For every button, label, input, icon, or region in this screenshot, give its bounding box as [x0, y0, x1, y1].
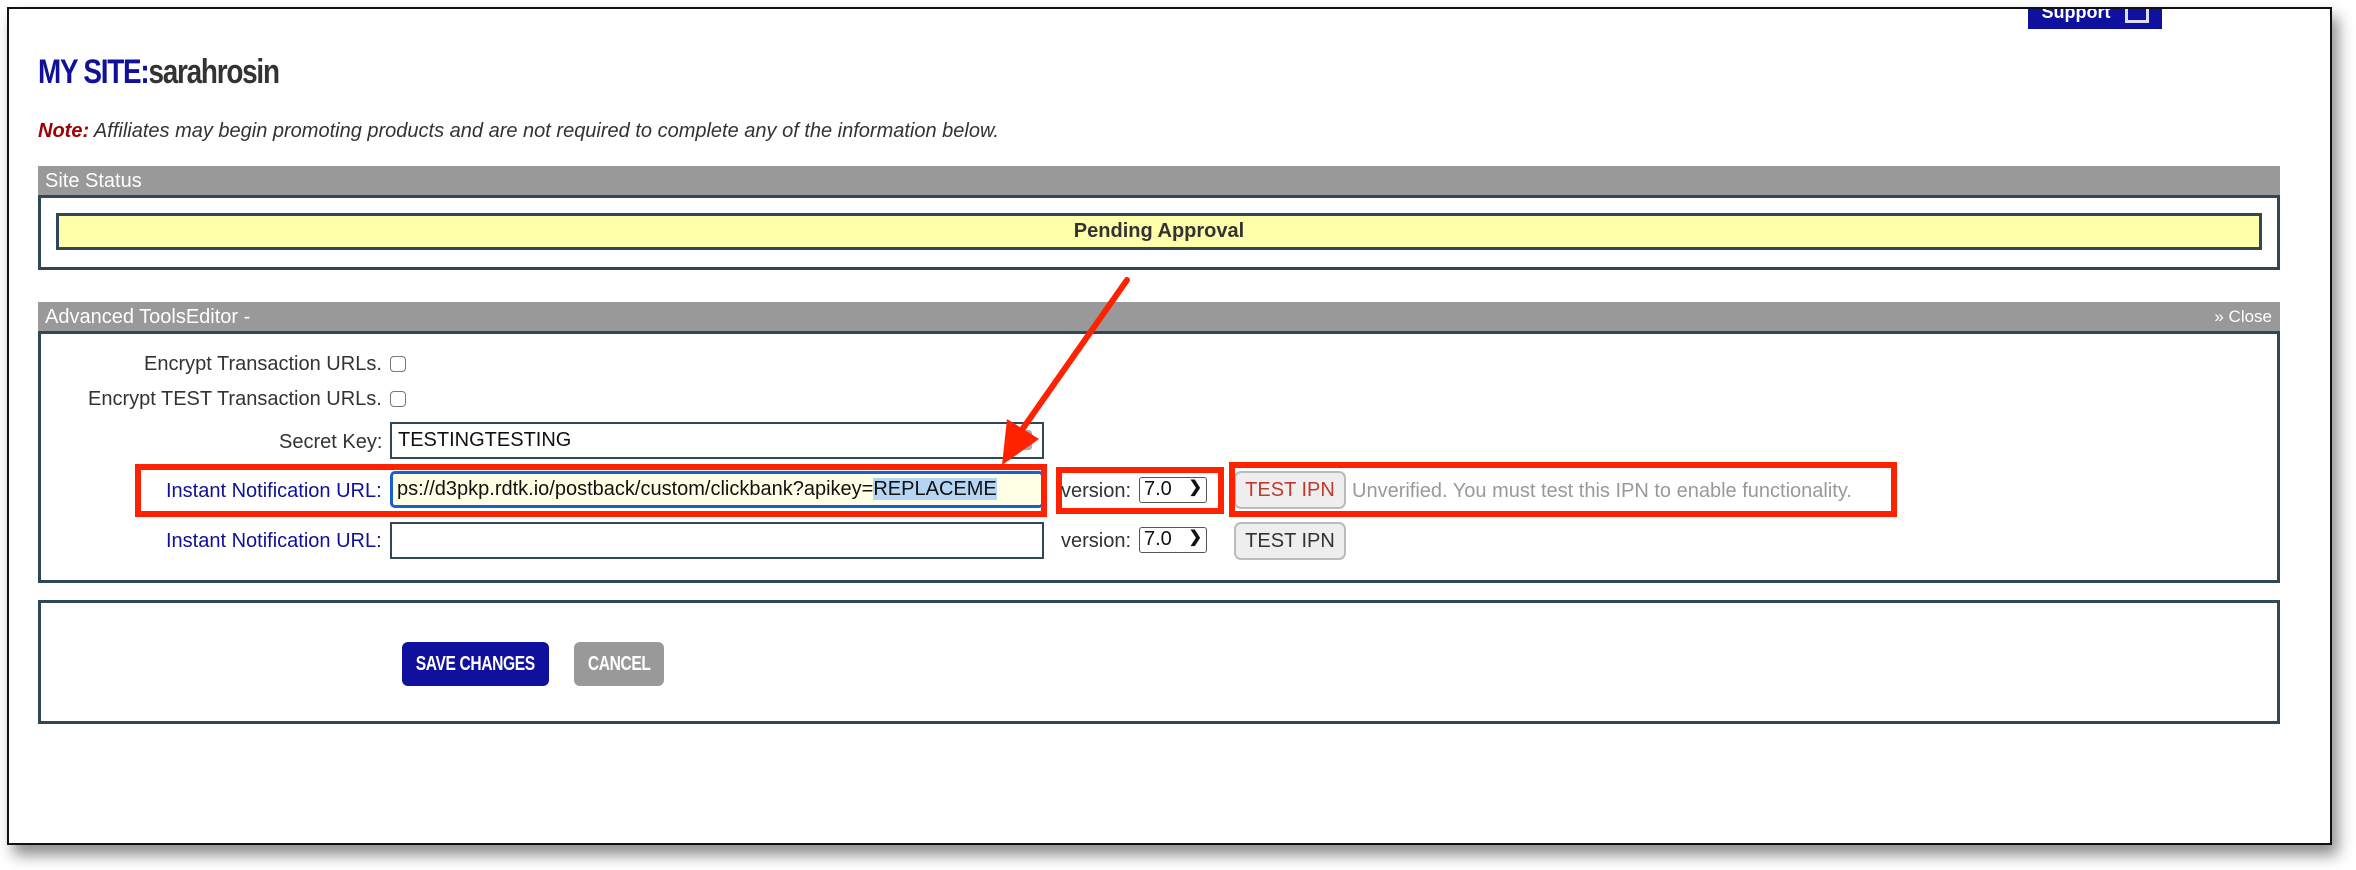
- encrypt-test-urls-checkbox[interactable]: [390, 391, 406, 407]
- encrypt-urls-label: Encrypt Transaction URLs.: [144, 353, 382, 375]
- test-ipn-button-1[interactable]: TEST IPN: [1234, 471, 1346, 509]
- save-changes-button[interactable]: SAVE CHANGES: [402, 642, 549, 686]
- site-status-heading: Site Status: [45, 170, 142, 192]
- secret-key-input[interactable]: TESTINGTESTING: [390, 422, 1044, 459]
- site-status-header: Site Status: [38, 166, 2280, 196]
- note-text: Note: Affiliates may begin promoting pro…: [38, 120, 999, 143]
- note-label: Note:: [38, 120, 90, 142]
- password-key-icon[interactable]: [1012, 430, 1032, 450]
- encrypt-test-urls-label: Encrypt TEST Transaction URLs.: [88, 388, 382, 410]
- mail-icon: [2124, 9, 2149, 23]
- status-badge: Pending Approval: [56, 213, 2262, 250]
- ipn-url-input-2[interactable]: [390, 522, 1044, 559]
- site-status-panel: Pending Approval: [38, 195, 2280, 270]
- ipn-url-selected-text: REPLACEME: [873, 478, 997, 500]
- chevron-down-icon: ❯: [1188, 529, 1202, 546]
- version-select-1[interactable]: 7.0 ❯: [1139, 477, 1207, 503]
- note-body: Affiliates may begin promoting products …: [89, 120, 999, 142]
- actions-panel: [38, 600, 2280, 724]
- version-value-2: 7.0: [1144, 528, 1172, 550]
- cancel-button[interactable]: CANCEL: [574, 642, 664, 686]
- version-select-2[interactable]: 7.0 ❯: [1139, 527, 1207, 553]
- ipn-status-text: Unverified. You must test this IPN to en…: [1352, 480, 1852, 502]
- chevron-down-icon: ❯: [1188, 479, 1202, 496]
- ipn-url-label-2: Instant Notification URL:: [166, 530, 382, 552]
- title-prefix: MY SITE:: [38, 53, 150, 91]
- cancel-label: CANCEL: [587, 652, 651, 675]
- secret-key-label: Secret Key:: [279, 431, 383, 453]
- close-link[interactable]: » Close: [2214, 302, 2272, 332]
- test-ipn-button-2[interactable]: TEST IPN: [1234, 522, 1346, 560]
- advanced-tools-heading: Advanced ToolsEditor -: [45, 306, 251, 328]
- advanced-tools-header: Advanced ToolsEditor - » Close: [38, 302, 2280, 332]
- page-title: MY SITE:sarahrosin: [38, 53, 280, 92]
- ipn-url-value-1: ps://d3pkp.rdtk.io/postback/custom/click…: [397, 478, 874, 500]
- version-label-2: version:: [1061, 530, 1132, 552]
- browser-window: Support MY SITE:sarahrosin Note: Affilia…: [7, 7, 2332, 845]
- ipn-url-label-1: Instant Notification URL:: [166, 480, 382, 502]
- version-value-1: 7.0: [1144, 478, 1172, 500]
- save-label: SAVE CHANGES: [416, 652, 536, 675]
- secret-key-value: TESTINGTESTING: [398, 429, 572, 451]
- encrypt-urls-checkbox[interactable]: [390, 356, 406, 372]
- ipn-url-input-1[interactable]: ps://d3pkp.rdtk.io/postback/custom/click…: [390, 471, 1044, 508]
- version-label-1: version:: [1061, 480, 1132, 502]
- support-label: Support: [2041, 7, 2111, 22]
- support-button[interactable]: Support: [2028, 7, 2162, 29]
- title-username: sarahrosin: [148, 53, 279, 91]
